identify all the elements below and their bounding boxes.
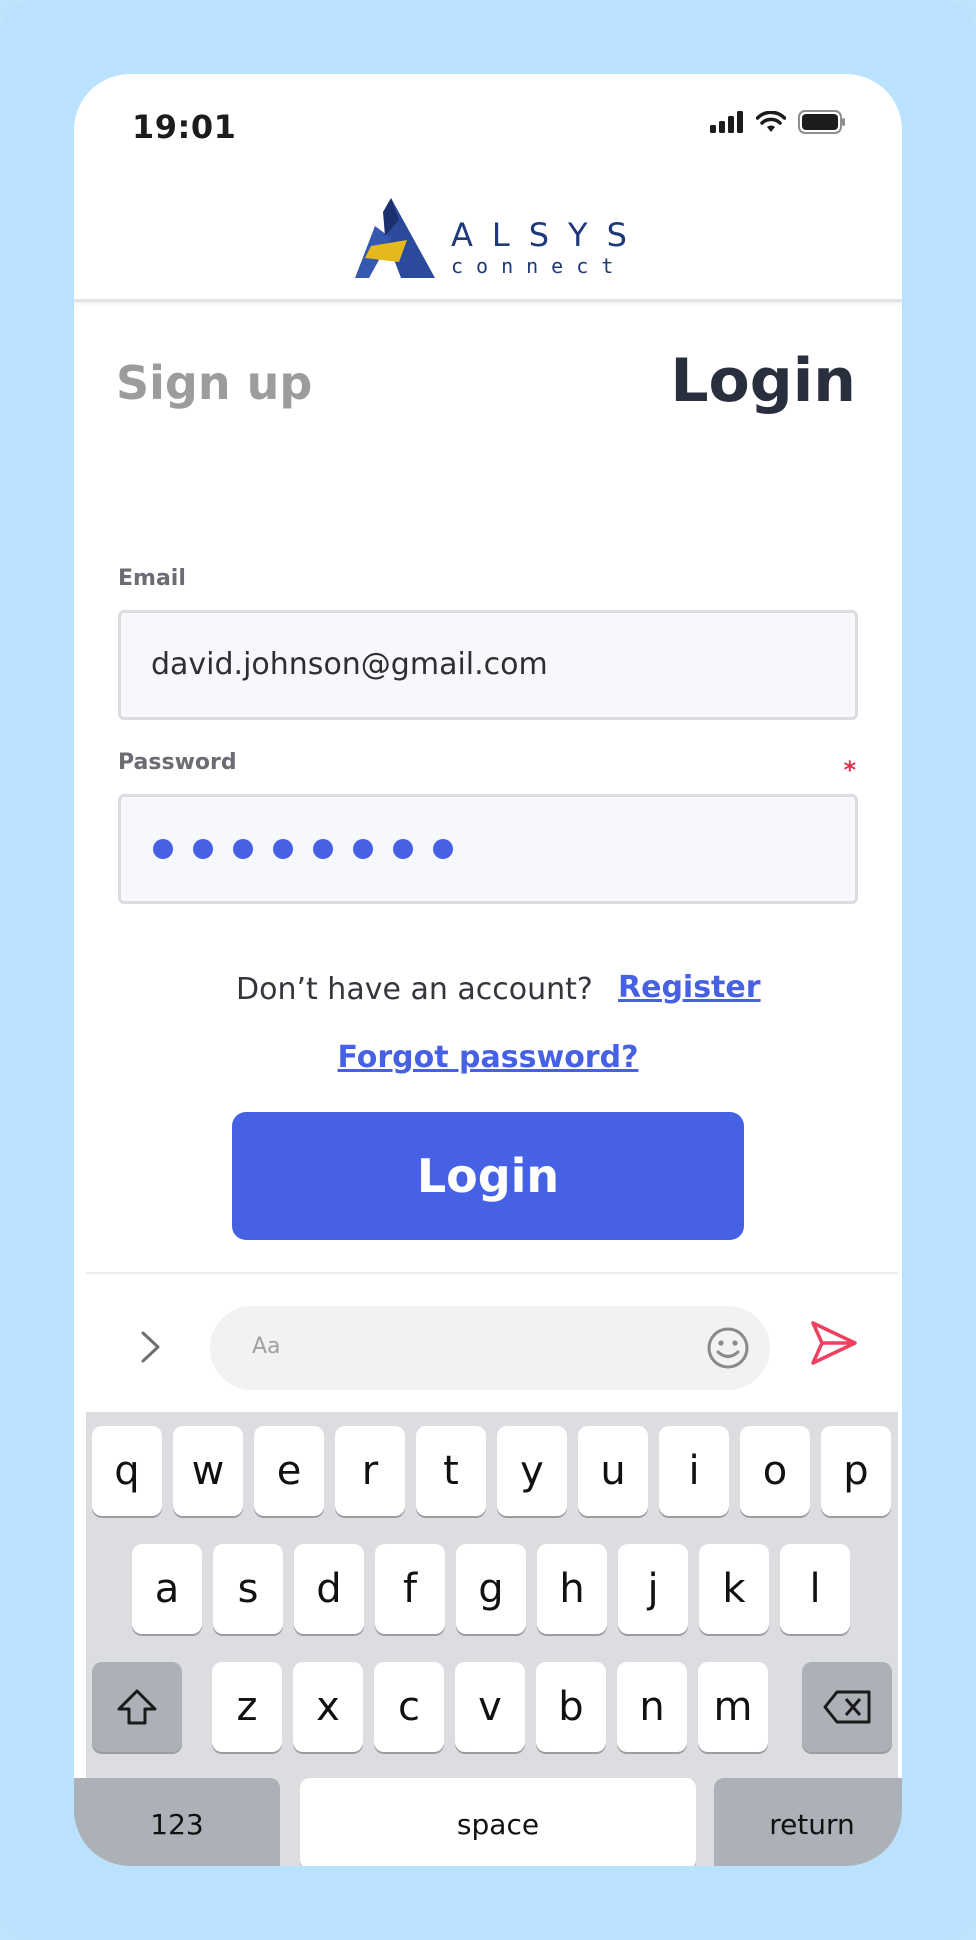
key-j[interactable]: j xyxy=(618,1544,688,1634)
login-button[interactable]: Login xyxy=(232,1112,744,1240)
password-dot xyxy=(273,839,293,859)
password-dot xyxy=(193,839,213,859)
key-t[interactable]: t xyxy=(416,1426,486,1516)
key-p[interactable]: p xyxy=(821,1426,891,1516)
shift-icon xyxy=(117,1689,157,1725)
email-field[interactable]: david.johnson@gmail.com xyxy=(118,610,858,720)
password-mask xyxy=(153,839,453,859)
background-frame: 19:01 ALSYS connect Sign up Login Email … xyxy=(0,0,976,1940)
chevron-right-icon[interactable] xyxy=(140,1330,162,1364)
key-a[interactable]: a xyxy=(132,1544,202,1634)
numbers-key[interactable]: 123 xyxy=(74,1778,280,1866)
key-u[interactable]: u xyxy=(578,1426,648,1516)
password-dot xyxy=(153,839,173,859)
send-icon[interactable] xyxy=(810,1320,858,1366)
key-w[interactable]: w xyxy=(173,1426,243,1516)
wifi-icon xyxy=(756,111,786,132)
tab-login[interactable]: Login xyxy=(670,346,856,416)
shift-key[interactable] xyxy=(92,1662,182,1752)
key-z[interactable]: z xyxy=(212,1662,282,1752)
password-dot xyxy=(393,839,413,859)
email-value: david.johnson@gmail.com xyxy=(151,647,548,682)
key-m[interactable]: m xyxy=(698,1662,768,1752)
key-g[interactable]: g xyxy=(456,1544,526,1634)
status-icons xyxy=(710,110,846,134)
forgot-password-text[interactable]: Forgot password? xyxy=(338,1040,639,1075)
password-field[interactable] xyxy=(118,794,858,904)
key-b[interactable]: b xyxy=(536,1662,606,1752)
key-d[interactable]: d xyxy=(294,1544,364,1634)
alsys-logo: ALSYS connect xyxy=(355,194,627,286)
forgot-password-link: Forgot password? xyxy=(74,1040,902,1075)
password-dot xyxy=(353,839,373,859)
key-v[interactable]: v xyxy=(455,1662,525,1752)
key-q[interactable]: q xyxy=(92,1426,162,1516)
key-c[interactable]: c xyxy=(374,1662,444,1752)
message-input[interactable]: Aa xyxy=(210,1306,770,1390)
message-placeholder: Aa xyxy=(252,1334,281,1359)
key-e[interactable]: e xyxy=(254,1426,324,1516)
emoji-icon[interactable] xyxy=(706,1326,750,1370)
space-key[interactable]: space xyxy=(300,1778,696,1866)
register-link[interactable]: Register xyxy=(618,970,761,1005)
key-o[interactable]: o xyxy=(740,1426,810,1516)
key-i[interactable]: i xyxy=(659,1426,729,1516)
key-r[interactable]: r xyxy=(335,1426,405,1516)
logo-wordmark: ALSYS xyxy=(451,216,646,254)
backspace-icon xyxy=(823,1690,871,1724)
key-s[interactable]: s xyxy=(213,1544,283,1634)
password-label: Password xyxy=(118,750,237,775)
return-key[interactable]: return xyxy=(714,1778,902,1866)
phone-screen: 19:01 ALSYS connect Sign up Login Email … xyxy=(74,74,902,1866)
required-mark: * xyxy=(843,756,856,784)
app-header: 19:01 ALSYS connect xyxy=(74,74,902,302)
key-k[interactable]: k xyxy=(699,1544,769,1634)
logo-subword: connect xyxy=(451,254,627,278)
message-bar: Aa xyxy=(86,1272,898,1412)
key-h[interactable]: h xyxy=(537,1544,607,1634)
email-label: Email xyxy=(118,566,186,591)
on-screen-keyboard: 123 space return qwertyuiop asdfghjkl zxcv… xyxy=(74,1412,902,1866)
backspace-key[interactable] xyxy=(802,1662,892,1752)
key-x[interactable]: x xyxy=(293,1662,363,1752)
password-dot xyxy=(233,839,253,859)
no-account-text: Don’t have an account? xyxy=(236,972,593,1007)
battery-icon xyxy=(798,110,845,134)
key-l[interactable]: l xyxy=(780,1544,850,1634)
key-f[interactable]: f xyxy=(375,1544,445,1634)
tab-sign-up[interactable]: Sign up xyxy=(116,356,312,410)
password-dot xyxy=(433,839,453,859)
status-time: 19:01 xyxy=(132,108,237,146)
signal-icon xyxy=(710,111,743,133)
key-y[interactable]: y xyxy=(497,1426,567,1516)
logo-mark-icon xyxy=(355,198,435,278)
password-dot xyxy=(313,839,333,859)
key-n[interactable]: n xyxy=(617,1662,687,1752)
